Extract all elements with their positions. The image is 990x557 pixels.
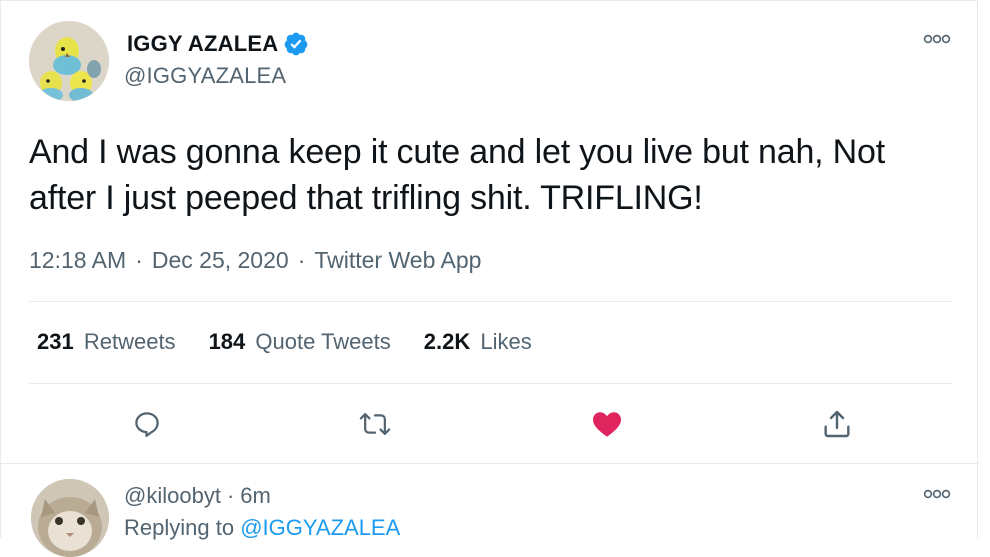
tweet-stats: 231 Retweets 184 Quote Tweets 2.2K Likes bbox=[37, 329, 565, 355]
likes-stat[interactable]: 2.2K Likes bbox=[424, 329, 532, 355]
display-name[interactable]: IGGY AZALEA bbox=[127, 31, 278, 57]
likes-label: Likes bbox=[480, 329, 532, 354]
more-options-icon[interactable] bbox=[921, 29, 953, 49]
action-bar bbox=[1, 401, 979, 447]
meta-separator: · bbox=[297, 247, 306, 273]
replying-to-link[interactable]: @IGGYAZALEA bbox=[240, 515, 400, 540]
quote-tweets-count: 184 bbox=[208, 329, 246, 354]
reply-handle[interactable]: @kiloobyt bbox=[124, 483, 221, 508]
tweet-text: And I was gonna keep it cute and let you… bbox=[29, 133, 885, 217]
share-button[interactable] bbox=[817, 401, 857, 447]
author-name-row[interactable]: IGGY AZALEA bbox=[127, 31, 309, 57]
tweet-meta: 12:18 AM · Dec 25, 2020 · Twitter Web Ap… bbox=[29, 247, 481, 274]
reply-avatar[interactable] bbox=[31, 479, 109, 557]
avatar-image bbox=[29, 21, 109, 101]
retweets-label: Retweets bbox=[83, 329, 176, 354]
divider bbox=[29, 383, 953, 384]
share-icon bbox=[824, 410, 850, 438]
verified-badge-icon bbox=[284, 32, 308, 56]
author-handle[interactable]: @IGGYAZALEA bbox=[124, 63, 286, 89]
meta-separator: · bbox=[135, 247, 143, 273]
replying-prefix: Replying to bbox=[124, 515, 235, 540]
replying-to: Replying to @IGGYAZALEA bbox=[124, 515, 400, 541]
quote-tweets-stat[interactable]: 184 Quote Tweets bbox=[209, 329, 391, 355]
reply-icon bbox=[135, 412, 159, 437]
reply-header: @kiloobyt · 6m bbox=[124, 483, 271, 509]
quote-tweets-label: Quote Tweets bbox=[255, 329, 391, 354]
likes-count: 2.2K bbox=[423, 329, 471, 354]
retweet-icon bbox=[359, 413, 391, 435]
retweet-button[interactable] bbox=[355, 401, 395, 447]
divider bbox=[29, 301, 953, 302]
more-options-icon[interactable] bbox=[921, 484, 953, 504]
reply-separator: · bbox=[226, 483, 235, 508]
retweets-count: 231 bbox=[37, 329, 74, 354]
divider bbox=[1, 463, 979, 464]
avatar-image bbox=[31, 479, 109, 557]
avatar[interactable] bbox=[29, 21, 109, 101]
tweet-source[interactable]: Twitter Web App bbox=[314, 247, 481, 274]
tweet-card: IGGY AZALEA @IGGYAZALEA And I was gonna … bbox=[0, 0, 979, 557]
tweet-date[interactable]: Dec 25, 2020 bbox=[152, 247, 289, 274]
tweet-time[interactable]: 12:18 AM bbox=[29, 247, 126, 274]
retweets-stat[interactable]: 231 Retweets bbox=[37, 329, 176, 355]
like-button[interactable] bbox=[587, 401, 627, 447]
heart-filled-icon bbox=[593, 412, 621, 437]
reply-age[interactable]: 6m bbox=[240, 483, 271, 508]
reply-button[interactable] bbox=[127, 401, 167, 447]
